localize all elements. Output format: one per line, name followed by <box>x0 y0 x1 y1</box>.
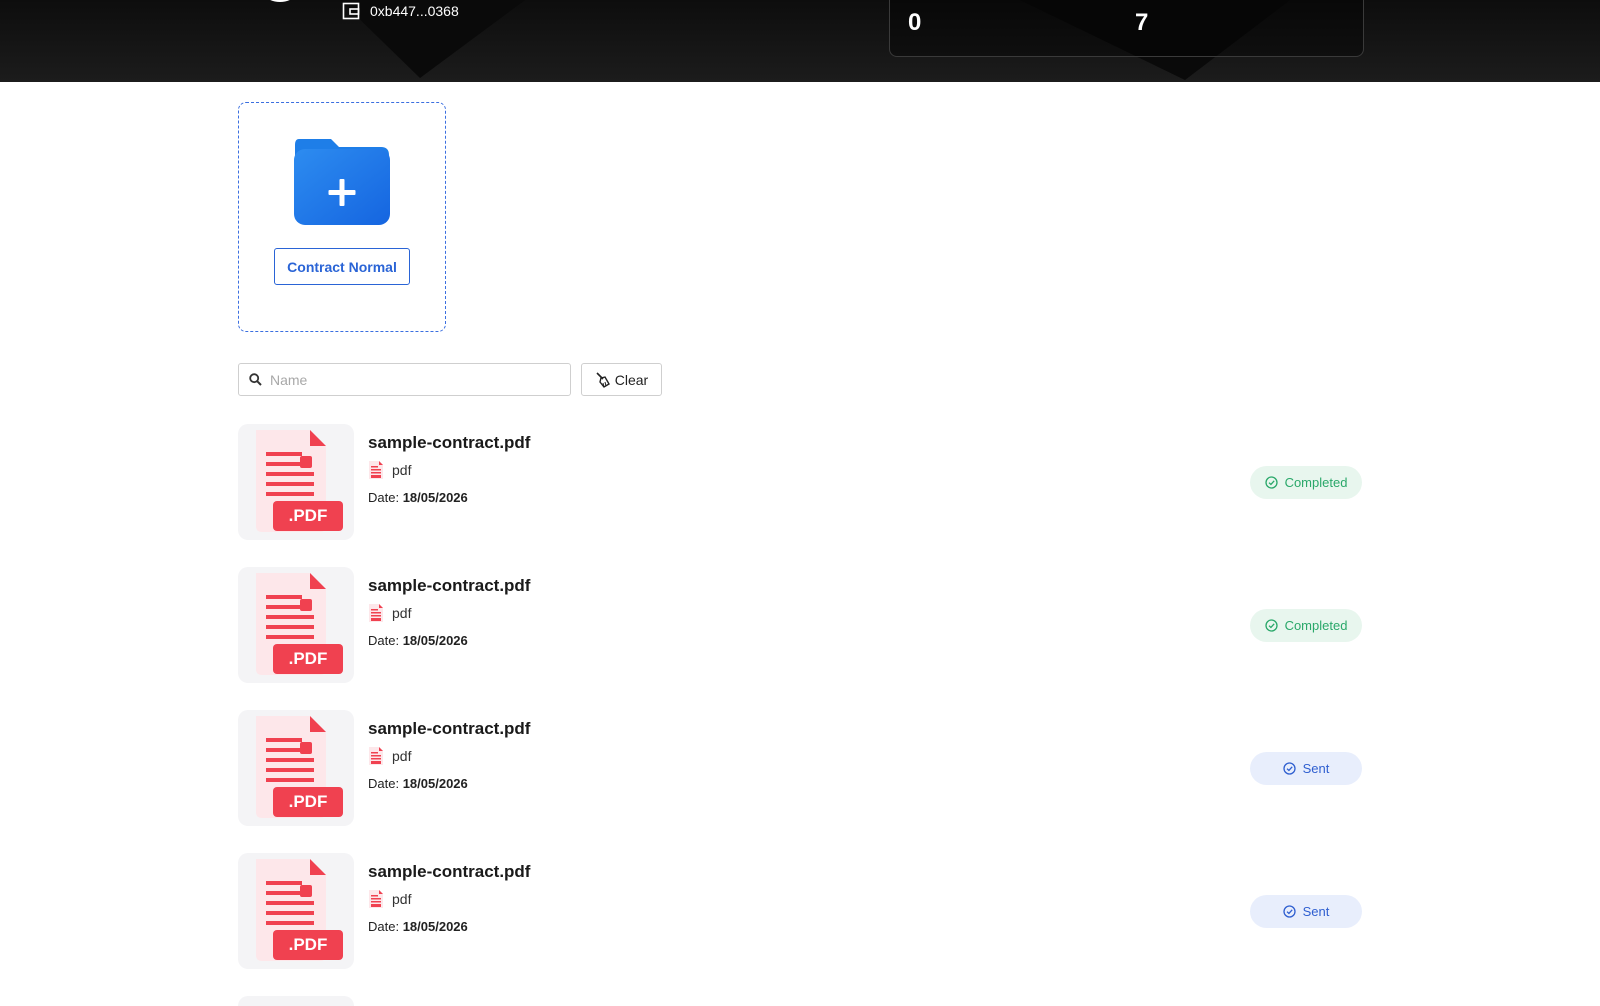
date-value: 18/05/2026 <box>402 633 468 648</box>
file-name[interactable]: sample-contract.pdf <box>368 576 530 596</box>
pdf-thumb-label: .PDF <box>273 501 343 531</box>
pdf-type-icon <box>369 604 383 622</box>
add-folder-icon[interactable] <box>293 137 391 227</box>
status-label: Completed <box>1284 618 1348 633</box>
contract-list-item[interactable]: .PDF sample-contract.pdf pdf Date: 18/05… <box>238 710 1362 828</box>
check-circle-icon <box>1264 476 1278 489</box>
stat-value: 7 <box>1135 9 1149 36</box>
file-thumbnail[interactable]: .PDF <box>238 567 354 683</box>
file-date: Date: 18/05/2026 <box>368 490 468 505</box>
status-label: Sent <box>1302 904 1330 919</box>
check-circle-icon <box>1282 762 1296 775</box>
status-label: Completed <box>1284 475 1348 490</box>
pdf-type-icon <box>369 890 383 908</box>
contract-normal-button[interactable]: Contract Normal <box>274 248 410 285</box>
file-name[interactable]: sample-contract.pdf <box>368 433 530 453</box>
file-type: pdf <box>368 746 411 766</box>
pdf-thumb-label: .PDF <box>273 787 343 817</box>
date-label: Date: <box>368 776 400 791</box>
upload-contract-card[interactable]: Contract Normal <box>238 102 446 332</box>
status-label: Sent <box>1302 761 1330 776</box>
file-type: pdf <box>368 603 411 623</box>
file-date: Date: 18/05/2026 <box>368 776 468 791</box>
pdf-type-icon <box>369 461 383 479</box>
file-type: pdf <box>368 889 411 909</box>
wallet-icon <box>342 2 360 20</box>
pdf-thumb-label: .PDF <box>273 644 343 674</box>
file-thumbnail[interactable]: .PDF <box>238 424 354 540</box>
pdf-type-icon <box>369 747 383 765</box>
pdf-thumb-label: .PDF <box>273 930 343 960</box>
file-name[interactable]: sample-contract.pdf <box>368 862 530 882</box>
stat-value: 0 <box>908 9 922 36</box>
file-date: Date: 18/05/2026 <box>368 919 468 934</box>
date-value: 18/05/2026 <box>402 490 468 505</box>
profile-header: 0xb447...0368 0 7 <box>0 0 1600 82</box>
wallet-address-text: 0xb447...0368 <box>370 3 459 19</box>
date-value: 18/05/2026 <box>402 776 468 791</box>
date-label: Date: <box>368 919 400 934</box>
file-type-label: pdf <box>392 748 412 764</box>
status-badge: Completed <box>1250 609 1362 642</box>
file-type-label: pdf <box>392 605 412 621</box>
search-input[interactable] <box>268 370 552 389</box>
contract-list-item[interactable]: .PDF sample-contract.pdf pdf Date: 18/05… <box>238 567 1362 685</box>
file-thumbnail[interactable]: .PDF <box>238 853 354 969</box>
status-badge: Completed <box>1250 466 1362 499</box>
contract-list-item[interactable]: .PDF sample-contract.pdf pdf Date: 18/05… <box>238 853 1362 971</box>
date-label: Date: <box>368 633 400 648</box>
file-name[interactable]: sample-contract.pdf <box>368 719 530 739</box>
broom-icon <box>596 371 610 388</box>
file-type: pdf <box>368 460 411 480</box>
file-type-label: pdf <box>392 891 412 907</box>
stats-panel: 0 7 <box>889 0 1364 57</box>
search-field[interactable] <box>238 363 571 396</box>
file-thumbnail[interactable]: .PDF <box>238 710 354 826</box>
status-badge: Sent <box>1250 895 1362 928</box>
date-label: Date: <box>368 490 400 505</box>
date-value: 18/05/2026 <box>402 919 468 934</box>
clear-button-label: Clear <box>614 371 649 388</box>
file-date: Date: 18/05/2026 <box>368 633 468 648</box>
clear-button[interactable]: Clear <box>581 363 662 396</box>
status-badge: Sent <box>1250 752 1362 785</box>
search-icon <box>249 373 262 386</box>
wallet-address[interactable]: 0xb447...0368 <box>342 2 459 20</box>
file-thumbnail <box>238 996 354 1006</box>
check-circle-icon <box>1264 619 1278 632</box>
contract-list-item[interactable]: .PDF sample-contract.pdf pdf Date: 18/05… <box>238 424 1362 542</box>
check-circle-icon <box>1282 905 1296 918</box>
file-type-label: pdf <box>392 462 412 478</box>
